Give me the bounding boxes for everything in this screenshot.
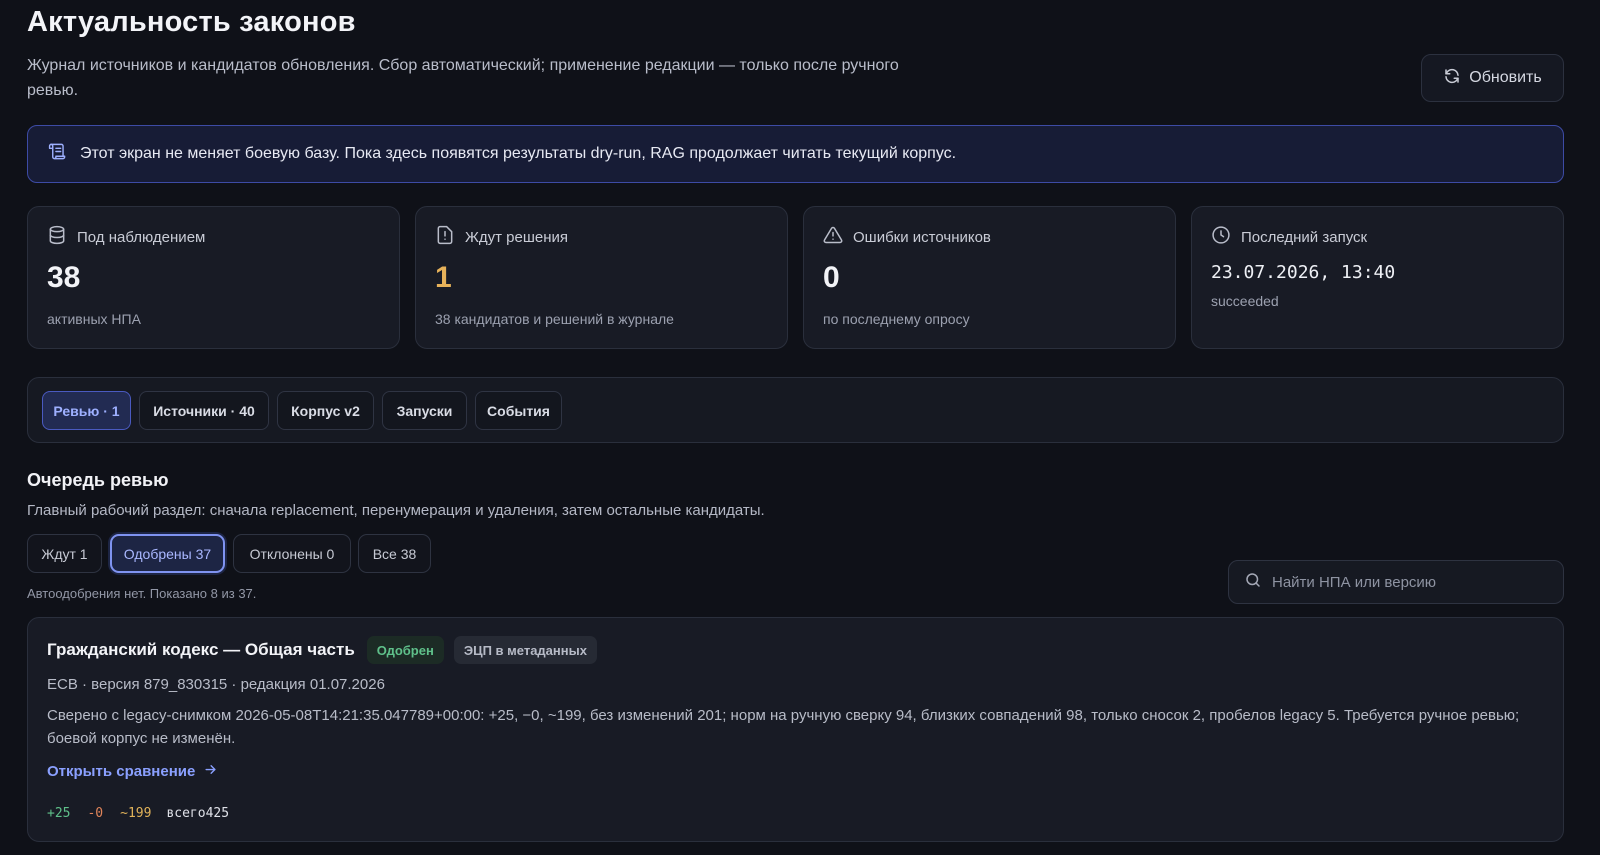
diff-added: +25	[47, 806, 71, 821]
stat-value: 23.07.2026, 13:40	[1211, 262, 1396, 283]
clock-icon	[1211, 225, 1231, 249]
stat-sub: активных НПА	[47, 311, 141, 327]
tabs-bar: Ревью · 1 Источники · 40 Корпус v2 Запус…	[27, 377, 1564, 443]
filter-pending[interactable]: Ждут 1	[27, 534, 102, 573]
item-meta: ECB · версия 879_830315 · редакция 01.07…	[47, 676, 385, 693]
tab-sources[interactable]: Источники · 40	[139, 391, 269, 430]
warning-icon	[823, 225, 843, 249]
scroll-icon	[48, 142, 67, 166]
stat-value: 1	[435, 261, 452, 294]
stat-value: 0	[823, 261, 840, 294]
section-description: Главный рабочий раздел: сначала replacem…	[27, 502, 765, 519]
refresh-label: Обновить	[1469, 69, 1542, 86]
page-title: Актуальность законов	[27, 6, 356, 38]
diff-removed: -0	[87, 806, 104, 821]
item-description: Сверено с legacy-снимком 2026-05-08T14:2…	[47, 707, 1520, 747]
filter-approved[interactable]: Одобрены 37	[110, 534, 225, 573]
refresh-button[interactable]: Обновить	[1421, 54, 1564, 102]
banner-text: Этот экран не меняет боевую базу. Пока з…	[80, 145, 957, 162]
open-compare-label: Открыть сравнение	[47, 763, 196, 780]
stat-sub: succeeded	[1211, 293, 1279, 309]
open-compare-link[interactable]: Открыть сравнение	[47, 762, 218, 781]
tab-corpus[interactable]: Корпус v2	[277, 391, 374, 430]
stat-card-errors: Ошибки источников 0 по последнему опросу	[803, 206, 1176, 349]
tag-badge: ЭЦП в метаданных	[453, 636, 597, 664]
diff-total: всего425	[166, 806, 230, 821]
item-title: Гражданский кодекс — Общая часть	[47, 640, 355, 659]
diff-stats: +25 -0 ~199 всего425	[47, 806, 229, 821]
stat-label: Последний запуск	[1241, 228, 1368, 246]
stat-value: 38	[47, 261, 81, 294]
database-icon	[47, 225, 67, 249]
section-title: Очередь ревью	[27, 470, 169, 490]
stat-card-last-run: Последний запуск 23.07.2026, 13:40 succe…	[1191, 206, 1564, 349]
stat-card-pending: Ждут решения 1 38 кандидатов и решений в…	[415, 206, 788, 349]
stat-card-watched: Под наблюдением 38 активных НПА	[27, 206, 400, 349]
diff-changed: ~199	[120, 806, 152, 821]
filter-all[interactable]: Все 38	[358, 534, 431, 573]
page-subtitle: Журнал источников и кандидатов обновлени…	[27, 57, 899, 99]
refresh-icon	[1443, 67, 1461, 90]
status-badge: Одобрен	[366, 636, 444, 664]
arrow-right-icon	[203, 762, 218, 781]
review-item-card: Гражданский кодекс — Общая часть Одобрен…	[27, 617, 1564, 842]
search-input[interactable]	[1272, 573, 1542, 591]
stat-sub: 38 кандидатов и решений в журнале	[435, 311, 674, 327]
tab-runs[interactable]: Запуски	[382, 391, 467, 430]
stat-label: Под наблюдением	[77, 228, 206, 246]
info-banner: Этот экран не меняет боевую базу. Пока з…	[27, 125, 1564, 183]
tab-review[interactable]: Ревью · 1	[42, 391, 131, 430]
stat-sub: по последнему опросу	[823, 311, 970, 327]
stat-label: Ждут решения	[465, 228, 568, 246]
filter-rejected[interactable]: Отклонены 0	[233, 534, 351, 573]
search-icon	[1244, 571, 1262, 593]
document-alert-icon	[435, 225, 455, 249]
count-text: Автоодобрения нет. Показано 8 из 37.	[27, 586, 257, 601]
search-box[interactable]	[1228, 560, 1564, 604]
stat-label: Ошибки источников	[853, 228, 991, 246]
tab-events[interactable]: События	[475, 391, 562, 430]
